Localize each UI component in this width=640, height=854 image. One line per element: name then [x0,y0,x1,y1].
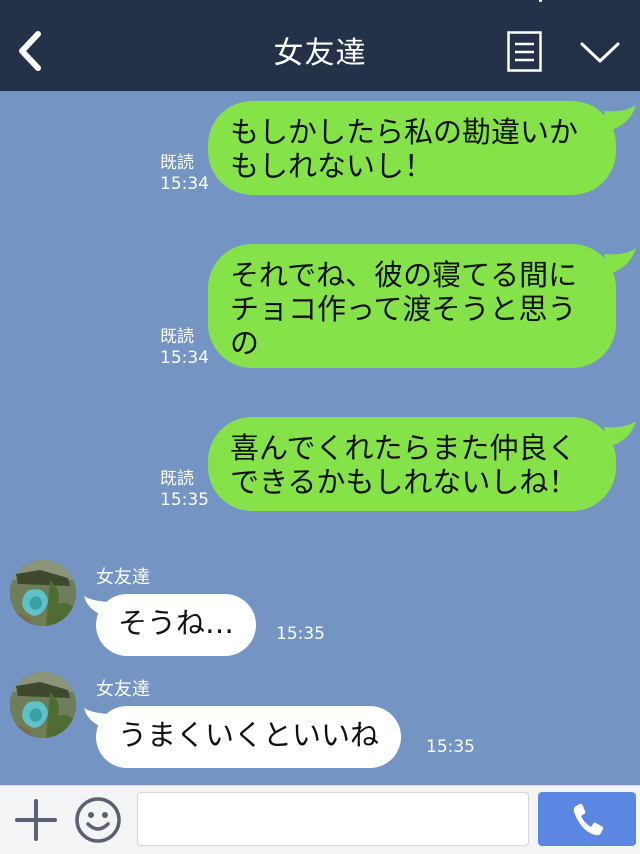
bubble-tail [604,421,636,447]
status-indicator [539,0,542,2]
message-line: もしかしたら私の勘違いか [230,115,579,149]
message-line: の [230,326,260,360]
avatar-image [10,672,76,738]
outgoing-message-bubble[interactable]: 喜んでくれたらまた仲良く できるかもしれないしね！ [208,417,616,511]
plus-icon[interactable] [14,798,58,842]
phone-icon [573,803,604,836]
message-text: そうね… [118,606,235,640]
menu-list-icon[interactable] [507,31,542,72]
smiley-icon[interactable] [74,796,122,844]
message-time: 15:34 [160,348,209,368]
message-line: チョコ作って渡そうと思う [230,292,577,326]
message-input[interactable] [137,792,529,846]
chevron-down-icon[interactable] [579,38,621,66]
message-line: できるかもしれないしね！ [230,465,578,499]
call-button[interactable] [538,792,636,846]
chat-title: 女友達 [273,36,367,71]
message-time: 15:35 [160,490,209,510]
read-label: 既読 [160,469,194,489]
read-label: 既読 [160,153,194,173]
message-line: それでね、彼の寝てる間に [230,258,578,292]
bubble-tail [604,248,636,274]
outgoing-message-bubble[interactable]: それでね、彼の寝てる間に チョコ作って渡そうと思う の [208,244,616,368]
message-line: 喜んでくれたらまた仲良く [230,431,577,465]
message-list[interactable]: もしかしたら私の勘違いか もしれないし！ 既読 15:34 それでね、彼の寝てる… [0,91,640,785]
outgoing-message-bubble[interactable]: もしかしたら私の勘違いか もしれないし！ [208,101,616,195]
message-text: うまくいくといいね [118,718,380,752]
sender-name: 女友達 [96,567,150,588]
message-time: 15:34 [160,174,209,194]
bubble-tail [604,105,636,131]
message-line: もしれないし！ [230,149,434,183]
sender-name: 女友達 [96,679,150,700]
avatar[interactable] [10,560,76,626]
avatar[interactable] [10,672,76,738]
message-composer [0,785,640,854]
read-label: 既読 [160,327,194,347]
read-receipt: 既読 15:34 [160,153,209,195]
chat-header: 女友達 [0,0,640,91]
avatar-image [10,560,76,626]
message-time: 15:35 [276,624,325,644]
message-time: 15:35 [426,737,475,757]
incoming-message-bubble[interactable]: うまくいくといいね [96,706,402,768]
incoming-message-bubble[interactable]: そうね… [96,594,257,656]
read-receipt: 既読 15:35 [160,469,209,511]
read-receipt: 既読 15:34 [160,327,209,369]
